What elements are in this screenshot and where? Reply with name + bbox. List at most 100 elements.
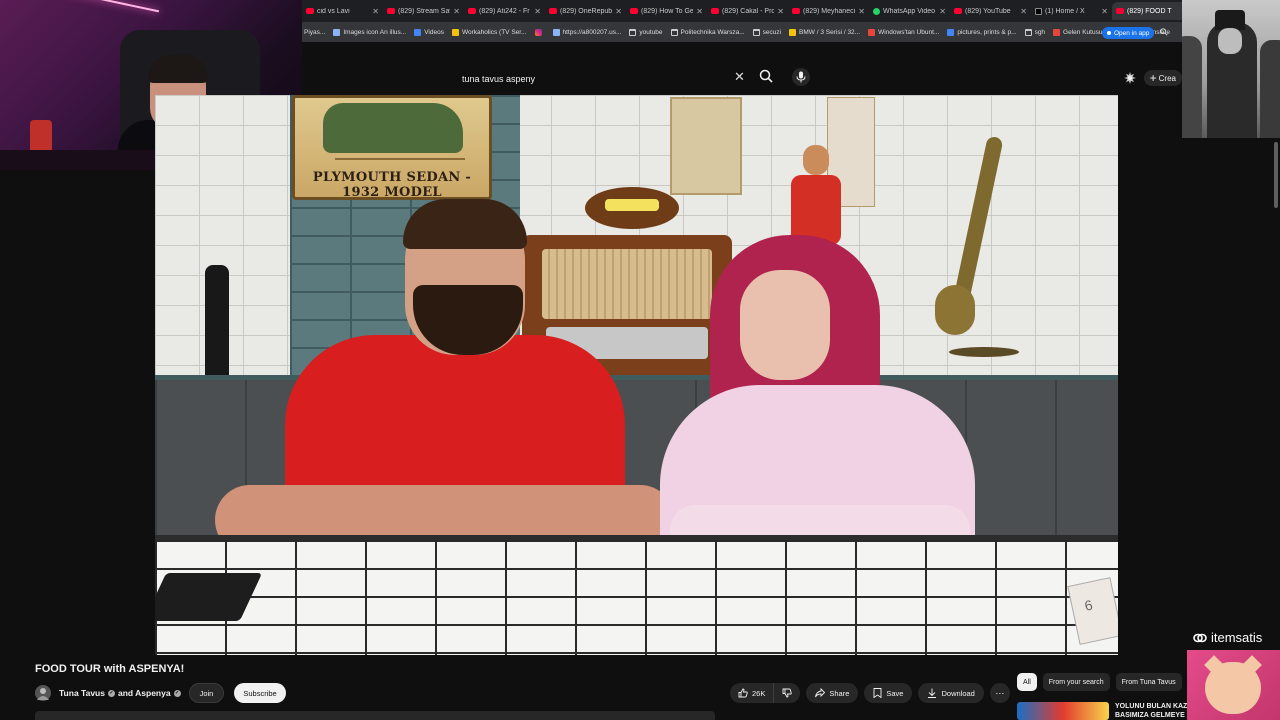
recommended-video[interactable]: YOLUNU BULAN KAZ BASIMIZA GELMEYE (1017, 702, 1193, 720)
download-button[interactable]: Download (918, 683, 984, 703)
video-player[interactable]: PLYMOUTH SEDAN - 1932 MODEL 6 (155, 95, 1118, 655)
browser-tab[interactable]: (829) How To Ge ✕ (626, 2, 707, 20)
bookmark-label: Videos (424, 28, 444, 36)
bookmark-label: Windows'tan Ubunt... (878, 28, 940, 36)
zoom-icon[interactable] (1160, 28, 1168, 36)
tab-close-icon[interactable]: ✕ (534, 7, 541, 16)
tab-close-icon[interactable]: ✕ (1101, 7, 1108, 16)
channel-name[interactable]: Tuna Tavus (59, 688, 105, 698)
bookmark-item[interactable]: pictures, prints & p... (947, 28, 1017, 36)
verified-badge-icon: ✓ (107, 689, 115, 697)
filter-chip[interactable]: From Tuna Tavus (1115, 673, 1182, 691)
doc-icon (333, 28, 341, 36)
tab-close-icon[interactable]: ✕ (615, 7, 622, 16)
channel-names[interactable]: Tuna Tavus ✓ and Aspenya ✓ (59, 688, 181, 698)
tab-close-icon[interactable]: ✕ (858, 7, 865, 16)
red-icon (868, 28, 876, 36)
channel-collaborator[interactable]: and Aspenya (118, 688, 171, 698)
bookmark-item[interactable]: Workaholics (TV Ser... (451, 28, 527, 36)
video-title: FOOD TOUR with ASPENYA! (35, 663, 185, 675)
clear-search-icon[interactable]: ✕ (734, 69, 745, 85)
tab-close-icon[interactable]: ✕ (372, 7, 379, 16)
recommended-thumbnail[interactable] (1017, 702, 1109, 720)
channel-avatar[interactable] (35, 685, 51, 701)
tab-close-icon[interactable]: ✕ (777, 7, 784, 16)
browser-tab[interactable]: (1) Home / X ✕ (1031, 2, 1112, 20)
vintage-car-illustration (323, 103, 463, 153)
bookmark-item[interactable]: Videos (414, 28, 444, 36)
browser-tab[interactable]: (829) Stream Sav ✕ (383, 2, 464, 20)
share-button[interactable]: Share (806, 683, 859, 703)
bookmark-item[interactable] (534, 28, 545, 36)
bookmark-item[interactable]: BMW / 3 Serisi / 32... (789, 28, 860, 36)
itemsatis-logo-icon (1193, 633, 1207, 642)
bookmark-item[interactable]: https://a800207.us... (552, 28, 621, 36)
subscribe-button[interactable]: Subscribe (234, 683, 286, 703)
save-button[interactable]: Save (864, 683, 913, 703)
bookmark-label: sgh (1034, 28, 1046, 36)
search-icon[interactable] (758, 68, 774, 84)
bookmark-item[interactable]: youtube (629, 28, 663, 36)
share-icon (815, 688, 826, 698)
cast-icon[interactable] (1123, 72, 1136, 84)
join-button[interactable]: Join (188, 683, 225, 703)
browser-tab[interactable]: (829) YouTube ✕ (950, 2, 1031, 20)
download-label: Download (941, 688, 975, 698)
browser-tab[interactable]: (829) Meyhaneci ✕ (788, 2, 869, 20)
description-box[interactable] (35, 711, 715, 720)
youtube-favicon-icon (306, 8, 314, 14)
bookmark-item[interactable]: sgh (1024, 28, 1046, 36)
browser-tab[interactable]: WhatsApp Video ✕ (869, 2, 950, 20)
bookmarks-bar: Piyas... Images icon An illus... Videos Wor… (302, 22, 1182, 42)
open-in-app-button[interactable]: Open in app (1102, 27, 1155, 39)
browser-tab[interactable]: (829) Cakal - Pro ✕ (707, 2, 788, 20)
filter-chip[interactable]: From your search (1042, 673, 1110, 691)
browser-tab[interactable]: (829) Ati242 - Fr ✕ (464, 2, 545, 20)
like-button[interactable]: 26K (730, 683, 775, 703)
youtube-favicon-icon (792, 8, 800, 14)
search-box[interactable] (454, 66, 754, 92)
tab-close-icon[interactable]: ✕ (696, 7, 703, 16)
header-actions: + Crea (1123, 70, 1182, 86)
bookmark-item[interactable]: Piyas... (304, 29, 325, 36)
dislike-button[interactable] (774, 683, 800, 703)
browser-tab[interactable]: (829) OneRepubli ✕ (545, 2, 626, 20)
tab-close-icon[interactable]: ✕ (939, 7, 946, 16)
youtube-header: ✕ + Crea (302, 62, 1182, 94)
search-input[interactable] (462, 74, 722, 84)
youtube-favicon-icon (549, 8, 557, 14)
tab-title: (829) FOOD T (1127, 7, 1172, 15)
tab-title: (829) Stream Sav (398, 7, 451, 15)
more-actions-icon[interactable]: ⋯ (989, 683, 1010, 703)
browser-tab[interactable]: cid vs Lavi ✕ (302, 2, 383, 20)
bookmark-item[interactable]: Windows'tan Ubunt... (868, 28, 940, 36)
folder-icon (752, 28, 760, 36)
page-scrollbar[interactable] (1272, 138, 1280, 658)
bookmark-item[interactable]: Images icon An illus... (333, 28, 406, 36)
vintage-car-sign: PLYMOUTH SEDAN - 1932 MODEL (292, 95, 492, 200)
tab-close-icon[interactable]: ✕ (453, 7, 460, 16)
table-number: 6 (1083, 596, 1095, 614)
plus-icon: + (1149, 71, 1157, 85)
recommended-title-line: BASIMIZA GELMEYE (1115, 712, 1185, 719)
bookmark-item[interactable]: secuzi (752, 28, 781, 36)
folder-icon (1024, 28, 1032, 36)
filter-chip[interactable]: All (1017, 673, 1037, 691)
photo-figure-left (1182, 36, 1202, 138)
bookmark-item[interactable]: Politechnika Warsza... (670, 28, 745, 36)
create-button[interactable]: + Crea (1143, 70, 1182, 86)
subscribe-label: Subscribe (243, 688, 277, 698)
tab-close-icon[interactable]: ✕ (1020, 7, 1027, 16)
photo-face (1218, 28, 1242, 54)
bookmark-item[interactable]: Gelen Kutusu (1053, 28, 1102, 36)
channel-row: Tuna Tavus ✓ and Aspenya ✓ Join Subscrib… (35, 683, 286, 703)
streamer-hair (148, 55, 208, 83)
recommended-title[interactable]: YOLUNU BULAN KAZ BASIMIZA GELMEYE (1115, 702, 1193, 720)
browser-tab[interactable]: (829) FOOD T✕ (1112, 2, 1182, 20)
voice-search-mic-icon[interactable] (792, 68, 810, 86)
watermark-text: itemsatis (1211, 630, 1263, 645)
scrollbar-thumb[interactable] (1274, 142, 1278, 208)
youtube-favicon-icon (630, 8, 638, 14)
tab-title: cid vs Lavi (317, 7, 350, 15)
youtube-favicon-icon (387, 8, 395, 14)
